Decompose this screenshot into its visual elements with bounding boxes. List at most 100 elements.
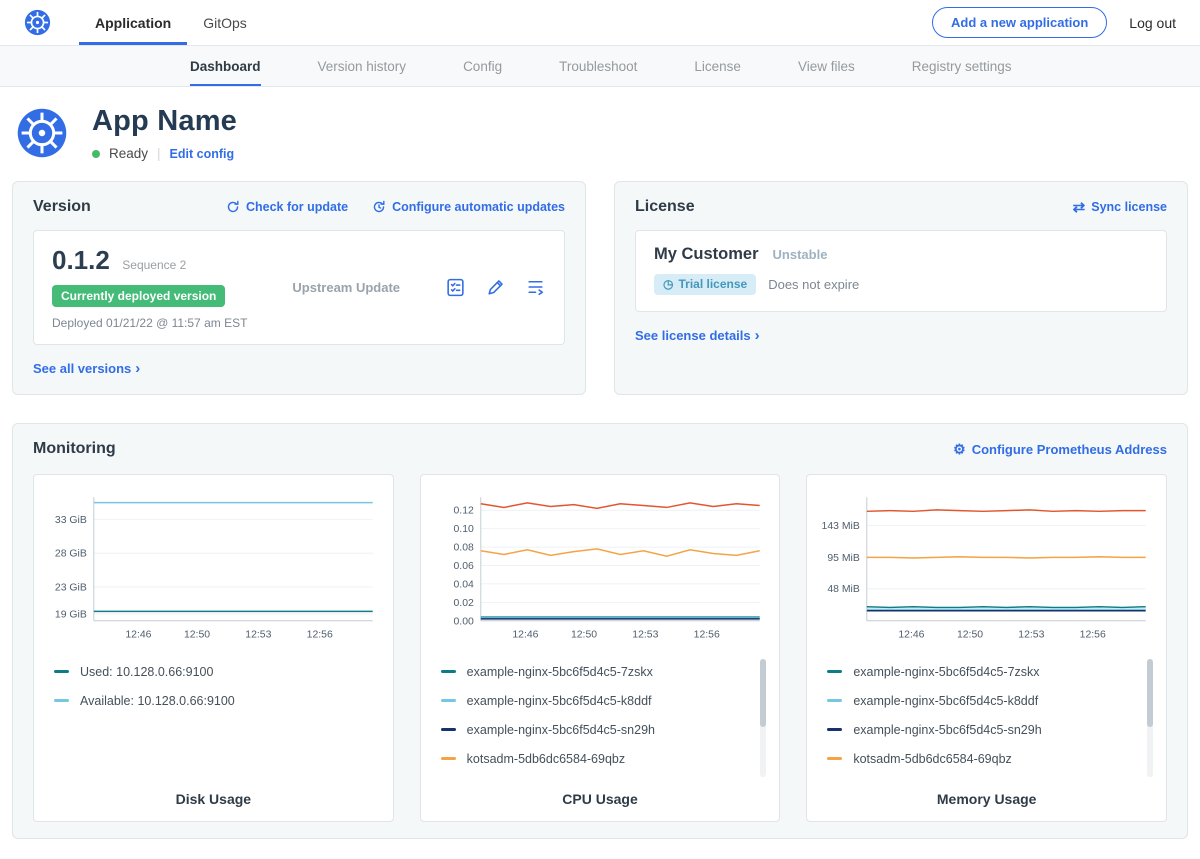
config-edit-icon[interactable] bbox=[485, 277, 506, 298]
sync-license-link[interactable]: ⇄ Sync license bbox=[1073, 200, 1167, 215]
svg-text:28 GiB: 28 GiB bbox=[55, 549, 87, 560]
page-title: App Name bbox=[92, 105, 237, 138]
see-all-versions-link[interactable]: See all versions› bbox=[33, 360, 140, 377]
check-for-update-link[interactable]: Check for update bbox=[226, 200, 348, 214]
svg-text:12:53: 12:53 bbox=[632, 630, 658, 641]
legend-item: example-nginx-5bc6f5d4c5-k8ddf bbox=[441, 686, 756, 715]
svg-text:0.06: 0.06 bbox=[453, 561, 474, 572]
status-text: Ready bbox=[109, 146, 148, 161]
trial-license-badge: ◷ Trial license bbox=[654, 274, 756, 295]
svg-text:0.02: 0.02 bbox=[453, 598, 474, 609]
upstream-update-label: Upstream Update bbox=[247, 280, 445, 295]
license-card-title: License bbox=[635, 198, 695, 216]
series-swatch bbox=[441, 670, 456, 673]
kubernetes-logo-icon bbox=[24, 0, 51, 45]
configure-automatic-updates-link[interactable]: Configure automatic updates bbox=[372, 200, 565, 214]
topnav-tab-gitops[interactable]: GitOps bbox=[187, 0, 263, 45]
app-header: App Name Ready | Edit config bbox=[0, 87, 1200, 181]
version-number: 0.1.2 bbox=[52, 245, 110, 275]
svg-text:12:50: 12:50 bbox=[571, 630, 597, 641]
disk-usage-panel: 19 GiB23 GiB28 GiB33 GiB12:4612:5012:531… bbox=[33, 474, 394, 822]
version-sequence: Sequence 2 bbox=[122, 258, 186, 272]
svg-text:12:46: 12:46 bbox=[899, 630, 925, 641]
topnav-tab-application[interactable]: Application bbox=[79, 0, 187, 45]
refresh-icon bbox=[226, 200, 240, 214]
add-new-application-button[interactable]: Add a new application bbox=[932, 7, 1107, 38]
legend-item: Used: 10.128.0.66:9100 bbox=[54, 657, 369, 686]
gear-icon: ⚙ bbox=[953, 442, 966, 456]
memory-usage-panel: 48 MiB95 MiB143 MiB12:4612:5012:5312:56 … bbox=[806, 474, 1167, 822]
legend-item: example-nginx-5bc6f5d4c5-sn29h bbox=[827, 715, 1142, 744]
cpu-usage-chart: 0.00 0.02 0.04 0.06 0.08 0.10 0.12 12:46 12:50 12… bbox=[431, 487, 770, 645]
svg-text:95 MiB: 95 MiB bbox=[828, 553, 861, 564]
series-swatch bbox=[54, 670, 69, 673]
tab-view-files[interactable]: View files bbox=[798, 46, 855, 86]
legend-item: kotsadm-5db6dc6584-69qbz bbox=[827, 744, 1142, 773]
monitoring-title: Monitoring bbox=[33, 440, 116, 458]
chart-title: CPU Usage bbox=[431, 781, 770, 807]
svg-text:12:53: 12:53 bbox=[245, 630, 271, 641]
see-license-details-link[interactable]: See license details› bbox=[635, 327, 760, 344]
auto-update-icon bbox=[372, 200, 386, 214]
cpu-usage-panel: 0.00 0.02 0.04 0.06 0.08 0.10 0.12 12:46 12:50 12… bbox=[420, 474, 781, 822]
deployed-timestamp: Deployed 01/21/22 @ 11:57 am EST bbox=[52, 316, 247, 330]
series-swatch bbox=[441, 757, 456, 760]
svg-text:12:56: 12:56 bbox=[307, 630, 333, 641]
topnav-tabs: Application GitOps bbox=[79, 0, 263, 45]
disk-usage-legend: Used: 10.128.0.66:9100 Available: 10.128… bbox=[44, 655, 383, 781]
monitoring-card: Monitoring ⚙ Configure Prometheus Addres… bbox=[12, 423, 1188, 839]
divider: | bbox=[157, 146, 161, 161]
memory-usage-chart: 48 MiB 95 MiB 143 MiB 12:46 12:50 12:53 12:56 bbox=[817, 487, 1156, 645]
disk-usage-chart: 19 GiB23 GiB28 GiB33 GiB12:4612:5012:531… bbox=[44, 487, 383, 645]
license-details-box: My Customer Unstable ◷ Trial license Doe… bbox=[635, 230, 1167, 312]
legend-scrollbar bbox=[760, 659, 766, 777]
svg-text:12:50: 12:50 bbox=[184, 630, 210, 641]
logout-button[interactable]: Log out bbox=[1129, 15, 1176, 31]
tab-config[interactable]: Config bbox=[463, 46, 502, 86]
chart-title: Memory Usage bbox=[817, 781, 1156, 807]
svg-text:12:50: 12:50 bbox=[957, 630, 983, 641]
tab-registry-settings[interactable]: Registry settings bbox=[912, 46, 1012, 86]
legend-item: example-nginx-5bc6f5d4c5-7zskx bbox=[441, 657, 756, 686]
tab-license[interactable]: License bbox=[694, 46, 741, 86]
license-card: License ⇄ Sync license My Customer Unsta… bbox=[614, 181, 1188, 395]
svg-text:0.12: 0.12 bbox=[453, 506, 474, 517]
series-swatch bbox=[827, 670, 842, 673]
series-swatch bbox=[441, 699, 456, 702]
svg-text:0.00: 0.00 bbox=[453, 616, 474, 627]
svg-text:0.08: 0.08 bbox=[453, 543, 474, 554]
configure-prometheus-link[interactable]: ⚙ Configure Prometheus Address bbox=[953, 442, 1167, 457]
version-card: Version Check for update Configure autom… bbox=[12, 181, 586, 395]
legend-item: Available: 10.128.0.66:9100 bbox=[54, 686, 369, 715]
edit-config-link[interactable]: Edit config bbox=[170, 147, 235, 161]
customer-name: My Customer bbox=[654, 245, 759, 264]
legend-scrollbar-thumb[interactable] bbox=[760, 659, 766, 727]
svg-text:19 GiB: 19 GiB bbox=[55, 609, 87, 620]
deploy-logs-icon[interactable] bbox=[525, 277, 546, 298]
current-version-box: 0.1.2 Sequence 2 Currently deployed vers… bbox=[33, 230, 565, 345]
license-expiry: Does not expire bbox=[768, 277, 859, 292]
svg-text:12:56: 12:56 bbox=[1080, 630, 1106, 641]
memory-usage-legend: example-nginx-5bc6f5d4c5-7zskx example-n… bbox=[817, 655, 1156, 781]
svg-text:143 MiB: 143 MiB bbox=[822, 521, 860, 532]
svg-text:0.04: 0.04 bbox=[453, 579, 474, 590]
svg-text:48 MiB: 48 MiB bbox=[828, 584, 861, 595]
chevron-right-icon: › bbox=[755, 327, 760, 344]
legend-scrollbar bbox=[1147, 659, 1153, 777]
app-subnav: Dashboard Version history Config Trouble… bbox=[0, 46, 1200, 87]
svg-text:12:46: 12:46 bbox=[512, 630, 538, 641]
svg-text:12:56: 12:56 bbox=[693, 630, 719, 641]
app-logo-icon bbox=[16, 107, 68, 159]
series-swatch bbox=[441, 728, 456, 731]
tab-version-history[interactable]: Version history bbox=[318, 46, 407, 86]
series-swatch bbox=[827, 757, 842, 760]
clock-icon: ◷ bbox=[663, 278, 673, 290]
legend-scrollbar-thumb[interactable] bbox=[1147, 659, 1153, 727]
chevron-right-icon: › bbox=[135, 360, 140, 377]
tab-troubleshoot[interactable]: Troubleshoot bbox=[559, 46, 637, 86]
svg-text:12:53: 12:53 bbox=[1019, 630, 1045, 641]
version-card-title: Version bbox=[33, 198, 91, 216]
tab-dashboard[interactable]: Dashboard bbox=[190, 46, 261, 86]
preflight-checks-icon[interactable] bbox=[445, 277, 466, 298]
svg-text:0.10: 0.10 bbox=[453, 524, 474, 535]
